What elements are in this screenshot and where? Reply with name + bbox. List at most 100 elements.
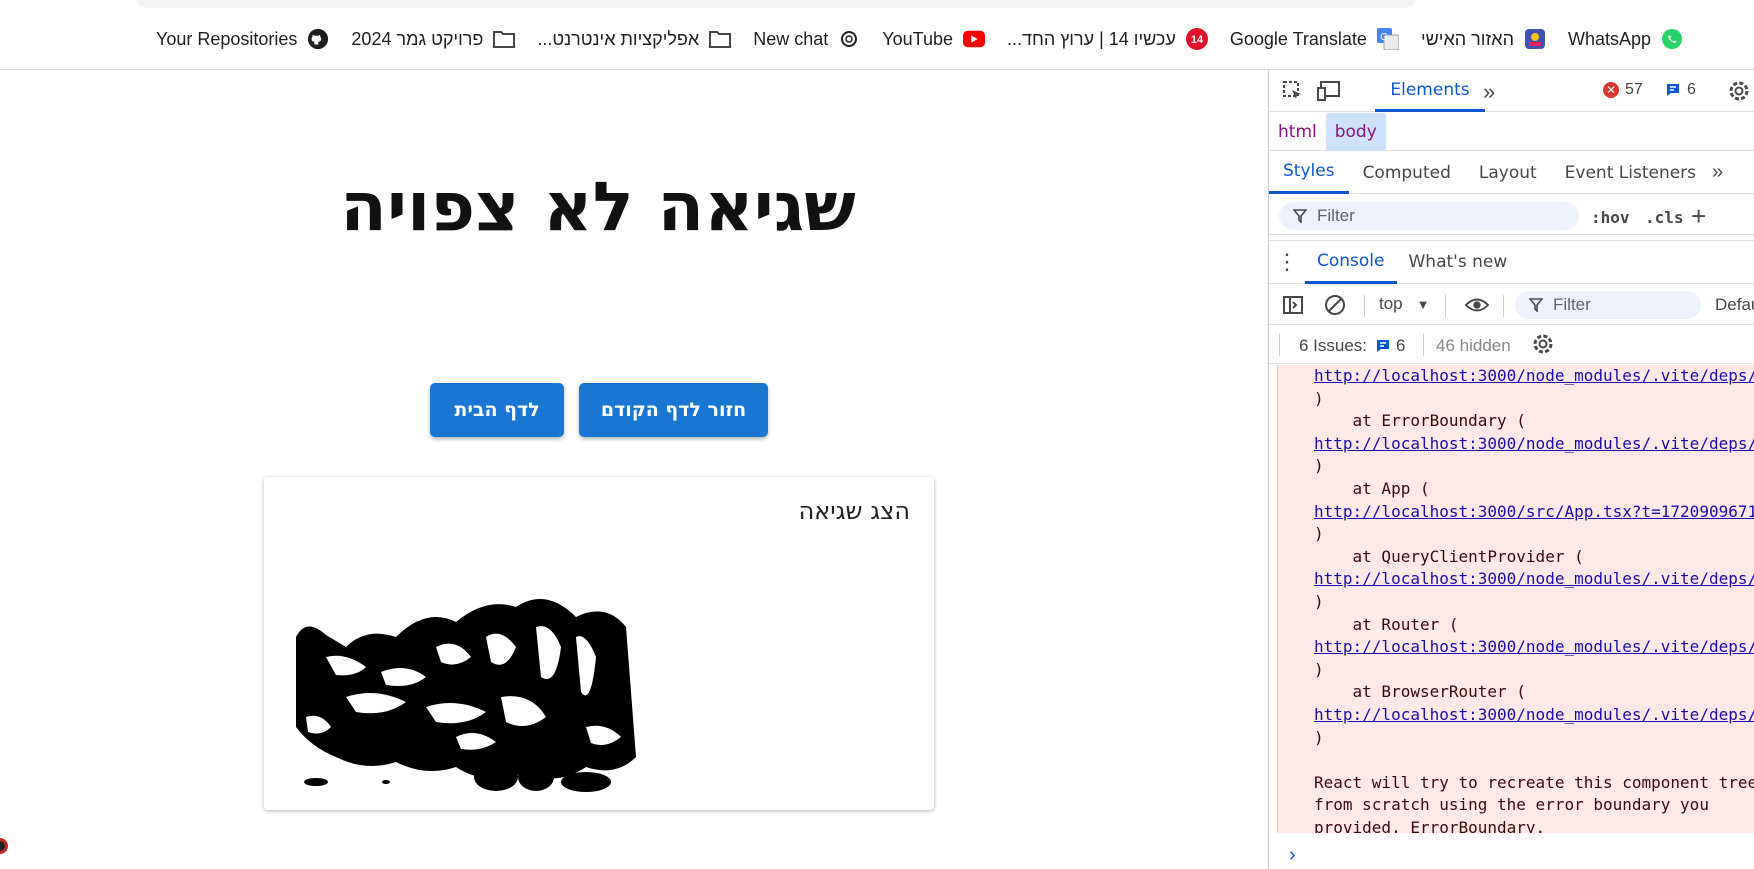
bookmark-final-project[interactable]: פרויקט גמר 2024 [351, 25, 516, 53]
bookmark-label: Google Translate [1229, 28, 1367, 49]
log-levels-dropdown[interactable]: Default levels [1715, 295, 1754, 315]
console-log-line: at ErrorBoundary ( [1314, 411, 1526, 431]
console-log-line: ) [1314, 388, 1324, 408]
console-error-message: http://localhost:3000/node_modules/.vite… [1277, 365, 1754, 833]
error-illustration [296, 599, 636, 792]
tab-layout[interactable]: Layout [1465, 152, 1551, 194]
stack-trace-link[interactable]: http://localhost:3000/node_modules/.vite… [1278, 433, 1754, 456]
styles-filter-input[interactable]: Filter [1279, 202, 1579, 230]
bookmark-your-repositories[interactable]: Your Repositories [156, 25, 329, 53]
error-counter[interactable]: ✕ 57 [1603, 81, 1643, 99]
context-selector[interactable]: top ▼ [1379, 294, 1430, 314]
filter-icon [1293, 209, 1307, 223]
home-button[interactable]: לדף הבית [430, 383, 564, 437]
dropdown-arrow-icon: ▼ [1416, 296, 1430, 312]
tab-elements[interactable]: Elements [1375, 70, 1485, 112]
floating-edge-button[interactable] [0, 838, 8, 854]
console-log-line: ) [1314, 456, 1324, 476]
devtools-panel: Elements » ✕ 57 6 html body Styles Compu… [1268, 70, 1754, 869]
sidebar-toggle-icon[interactable] [1281, 293, 1305, 317]
issues-link[interactable]: 6 Issues: 6 [1299, 336, 1406, 356]
styles-filter-placeholder: Filter [1317, 206, 1355, 225]
bookmark-label: האזור האישי [1420, 28, 1514, 49]
tab-styles[interactable]: Styles [1269, 152, 1349, 194]
drawer-menu-icon[interactable]: ⋮ [1269, 249, 1305, 275]
console-toolbar: top ▼ Filter Default levels [1269, 285, 1754, 325]
personal-area-icon [1524, 28, 1546, 50]
console-log-line: ) [1314, 524, 1324, 544]
console-log-line: at App ( [1314, 478, 1430, 498]
bookmark-personal-area[interactable]: האזור האישי [1421, 25, 1546, 53]
breadcrumb-body[interactable]: body [1325, 112, 1386, 151]
stack-trace-url[interactable]: http://localhost:3000/node_modules/.vite… [1314, 705, 1754, 724]
console-filter-input[interactable]: Filter [1515, 291, 1701, 319]
youtube-icon [963, 28, 985, 50]
folder-icon [493, 28, 516, 50]
clear-console-icon[interactable] [1323, 293, 1347, 317]
bookmarks-bar: Your Repositories פרויקט גמר 2024 אפליקצ… [0, 0, 1754, 70]
console-filter-placeholder: Filter [1553, 295, 1591, 314]
console-log-line: React will try to recreate this componen… [1314, 772, 1754, 792]
live-expression-eye-icon[interactable] [1465, 293, 1489, 317]
address-bar-edge[interactable] [136, 0, 1416, 8]
stack-trace-link[interactable]: http://localhost:3000/node_modules/.vite… [1278, 365, 1754, 388]
stack-trace-url[interactable]: http://localhost:3000/node_modules/.vite… [1314, 366, 1754, 385]
stack-trace-url[interactable]: http://localhost:3000/node_modules/.vite… [1314, 434, 1754, 453]
dom-breadcrumbs: html body [1269, 112, 1754, 151]
styles-subtabs: Styles Computed Layout Event Listeners » [1269, 152, 1754, 194]
error-page: שגיאה לא צפויה לדף הבית חזור לדף הקודם ה… [0, 70, 1268, 869]
stack-trace-link[interactable]: http://localhost:3000/node_modules/.vite… [1278, 568, 1754, 591]
stack-trace-link[interactable]: http://localhost:3000/src/App.tsx?t=1720… [1278, 501, 1754, 524]
console-log-line [1278, 749, 1754, 772]
error-card: הצג שגיאה [264, 477, 934, 810]
bookmark-whatsapp[interactable]: WhatsApp [1568, 25, 1683, 53]
github-icon [307, 28, 329, 50]
breadcrumb-html[interactable]: html [1269, 113, 1326, 151]
bookmark-channel14[interactable]: עכשיו 14 | ערוץ החד... 14 [1007, 25, 1208, 53]
new-rule-icon[interactable]: + [1691, 201, 1706, 232]
console-log-line: from scratch using the error boundary yo… [1314, 795, 1709, 815]
console-settings-gear-icon[interactable] [1531, 332, 1555, 356]
console-log-line: at QueryClientProvider ( [1314, 546, 1584, 566]
svg-text:14: 14 [1191, 34, 1204, 46]
bookmark-web-apps[interactable]: אפליקציות אינטרנט... [537, 25, 732, 53]
error-count: 57 [1625, 81, 1643, 98]
console-log-line: ) [1314, 659, 1324, 679]
tab-whats-new[interactable]: What's new [1397, 240, 1520, 284]
context-value: top [1379, 294, 1403, 313]
more-subtabs-icon[interactable]: » [1712, 161, 1723, 184]
devtools-toolbar: Elements » ✕ 57 6 [1269, 70, 1754, 112]
console-prompt[interactable]: › [1289, 844, 1296, 867]
stack-trace-link[interactable]: http://localhost:3000/node_modules/.vite… [1278, 704, 1754, 727]
bookmark-youtube[interactable]: YouTube [882, 25, 985, 53]
issues-bar: 6 Issues: 6 46 hidden [1269, 326, 1754, 364]
drawer-tabs: ⋮ Console What's new [1269, 240, 1754, 284]
bookmark-google-translate[interactable]: Google Translate G [1230, 25, 1399, 53]
stack-trace-url[interactable]: http://localhost:3000/src/App.tsx?t=1720… [1314, 502, 1754, 521]
show-error-toggle[interactable]: הצג שגיאה [799, 497, 910, 525]
bookmark-new-chat[interactable]: New chat [753, 25, 860, 53]
console-log-line: ) [1314, 727, 1324, 747]
svg-text:G: G [1380, 32, 1388, 43]
go-back-button[interactable]: חזור לדף הקודם [579, 383, 768, 437]
hover-state-toggle[interactable]: :hov [1591, 208, 1630, 227]
folder-icon [709, 28, 732, 50]
google-translate-icon: G [1376, 28, 1399, 50]
inspect-element-icon[interactable] [1281, 79, 1305, 103]
tab-event-listeners[interactable]: Event Listeners [1551, 152, 1710, 194]
stack-trace-url[interactable]: http://localhost:3000/node_modules/.vite… [1314, 569, 1754, 588]
tab-computed[interactable]: Computed [1349, 152, 1465, 194]
stack-trace-link[interactable]: http://localhost:3000/node_modules/.vite… [1278, 636, 1754, 659]
stack-trace-url[interactable]: http://localhost:3000/node_modules/.vite… [1314, 637, 1754, 656]
more-tabs-icon[interactable]: » [1483, 79, 1495, 105]
hidden-issues-count: 46 hidden [1436, 336, 1511, 355]
class-toggle[interactable]: .cls [1645, 208, 1684, 227]
bookmark-label: פרויקט גמר 2024 [351, 28, 484, 49]
bookmark-label: Your Repositories [156, 28, 298, 49]
issue-counter[interactable]: 6 [1665, 81, 1696, 99]
filter-icon [1529, 298, 1543, 312]
tab-console[interactable]: Console [1305, 240, 1397, 284]
device-toolbar-icon[interactable] [1317, 79, 1341, 103]
console-log-line: provided, ErrorBoundary. [1314, 817, 1546, 833]
settings-gear-icon[interactable] [1727, 79, 1751, 103]
